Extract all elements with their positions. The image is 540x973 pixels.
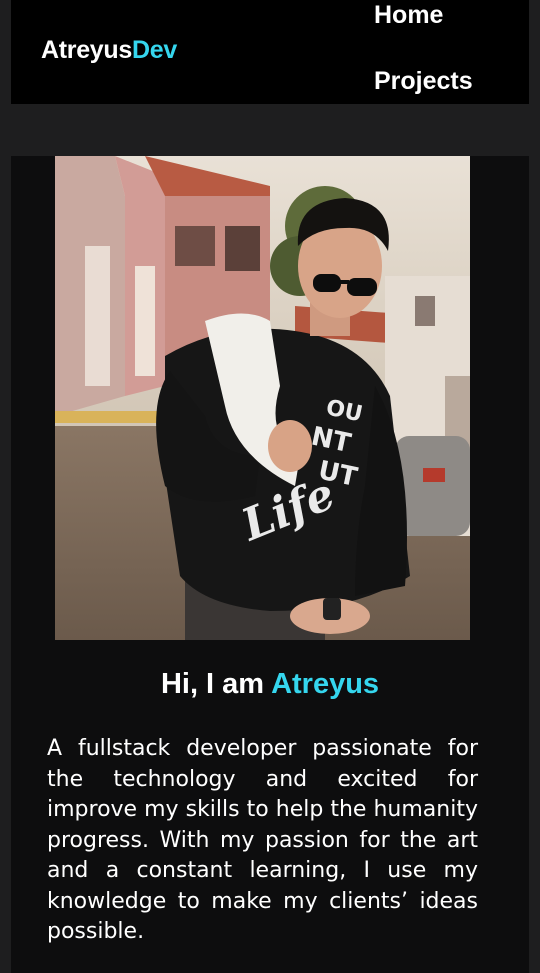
- logo-main: Atreyus: [41, 36, 132, 64]
- logo-accent: Dev: [132, 36, 177, 64]
- greeting-heading: Hi, I am Atreyus: [11, 668, 529, 701]
- site-header: AtreyusDev Home Projects: [11, 0, 529, 104]
- nav-home-link[interactable]: Home: [374, 1, 443, 30]
- logo[interactable]: AtreyusDev: [41, 36, 177, 65]
- greeting-name: Atreyus: [271, 668, 380, 700]
- profile-photo: OU NT UT Life: [55, 156, 470, 640]
- greeting-prefix: Hi, I am: [160, 668, 272, 700]
- profile-card: OU NT UT Life Hi, I am Atreyus A fullsta…: [11, 156, 529, 973]
- nav-projects-link[interactable]: Projects: [374, 67, 473, 96]
- bio-paragraph: A fullstack developer passionate for the…: [47, 736, 478, 944]
